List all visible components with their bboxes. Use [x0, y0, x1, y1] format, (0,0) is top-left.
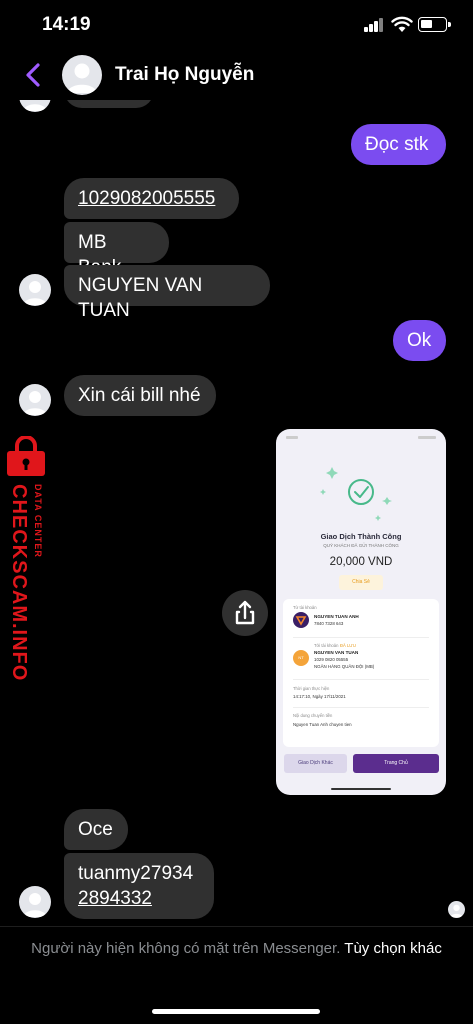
receipt-amount: 20,000 VND — [329, 556, 393, 568]
sender-avatar[interactable] — [19, 886, 51, 918]
to-account: 1029 0820 05555 — [314, 657, 349, 662]
to-bank: NGÂN HÀNG QUÂN ĐỘI (MB) — [314, 664, 375, 669]
share-button[interactable] — [222, 590, 268, 636]
more-options-link[interactable]: Tùy chọn khác — [344, 940, 442, 957]
share-icon — [235, 600, 255, 625]
receipt-share-button: Chia Sẻ — [339, 575, 383, 590]
watermark-main-text: CHECKSCAM.INFO — [8, 484, 30, 682]
status-bar: 14:19 — [0, 0, 473, 50]
from-account: 7840 7328 643 — [314, 621, 344, 626]
unavailable-notice: Người này hiện không có mặt trên Messeng… — [30, 938, 443, 960]
back-arrow-icon[interactable] — [20, 60, 48, 90]
to-label: Tới tài khoản — [314, 643, 339, 648]
battery-icon — [418, 17, 451, 32]
receipt-details-card: Từ tài khoản NGUYEN TUAN ANH 7840 7328 6… — [283, 599, 439, 747]
home-indicator[interactable] — [152, 1009, 320, 1014]
receipt-status-bar — [286, 436, 436, 440]
seen-indicator-avatar — [448, 901, 465, 918]
other-transaction-button: Giao Dịch Khác — [284, 754, 347, 773]
receipt-home-indicator — [331, 788, 391, 790]
cellular-signal-icon — [364, 18, 384, 32]
to-name: NGUYEN VAN TUAN — [314, 650, 359, 655]
from-name: NGUYEN TUAN ANH — [314, 614, 359, 619]
contact-name[interactable]: Trai Họ Nguyễn — [115, 64, 254, 86]
message-bubble-outgoing[interactable]: Đọc stk — [351, 124, 446, 165]
message-line-link[interactable]: 2894332 — [78, 886, 200, 911]
header-layer: Trai Họ Nguyễn — [0, 50, 473, 100]
checkscam-watermark: CHECKSCAM.INFO DATA CENTER — [0, 436, 54, 682]
content-label: Nội dung chuyển tiền — [293, 713, 333, 718]
time-label: Thời gian thực hiện — [293, 686, 330, 691]
message-bubble-incoming[interactable]: tuanmy27934 2894332 — [64, 853, 214, 919]
footer-divider — [0, 926, 473, 927]
message-bubble-incoming[interactable]: NGUYEN VAN TUAN — [64, 265, 270, 321]
wifi-icon — [391, 16, 413, 32]
transfer-receipt-image[interactable]: Giao Dịch Thành Công QUÝ KHÁCH ĐÃ GỬI TH… — [276, 429, 446, 795]
time-value: 14:17:10, Ngày 17/11/2021 — [293, 694, 346, 699]
home-button: Trang Chủ — [353, 754, 439, 773]
message-line: tuanmy27934 — [78, 863, 194, 884]
contact-avatar[interactable] — [62, 55, 102, 95]
lock-icon — [7, 436, 45, 476]
from-bank-logo-icon — [293, 612, 309, 628]
to-avatar: NT — [293, 650, 309, 666]
message-bubble-incoming[interactable]: Xin cái bill nhé — [64, 375, 216, 416]
message-bubble-outgoing[interactable]: Ok — [393, 320, 446, 361]
divider — [293, 679, 429, 680]
receipt-title: Giao Dịch Thành Công — [320, 532, 402, 541]
saved-label: ĐÃ LƯU — [340, 643, 356, 648]
divider — [293, 637, 429, 638]
sender-avatar[interactable] — [19, 384, 51, 416]
success-check-icon — [320, 467, 392, 521]
message-bubble-incoming[interactable]: MB Bank — [64, 222, 169, 278]
receipt-subtitle: QUÝ KHÁCH ĐÃ GỬI THÀNH CÔNG — [323, 543, 399, 548]
message-bubble-incoming[interactable]: 1029082005555 — [64, 178, 239, 219]
status-time: 14:19 — [42, 14, 91, 35]
sender-avatar[interactable] — [19, 274, 51, 306]
content-value: Nguyen Tuan Anh chuyen tien — [293, 722, 352, 727]
message-bubble-incoming[interactable]: Oce — [64, 809, 128, 850]
from-label: Từ tài khoản — [293, 605, 317, 610]
unavailable-text: Người này hiện không có mặt trên Messeng… — [31, 940, 341, 957]
watermark-small-text: DATA CENTER — [33, 484, 43, 558]
divider — [293, 707, 429, 708]
